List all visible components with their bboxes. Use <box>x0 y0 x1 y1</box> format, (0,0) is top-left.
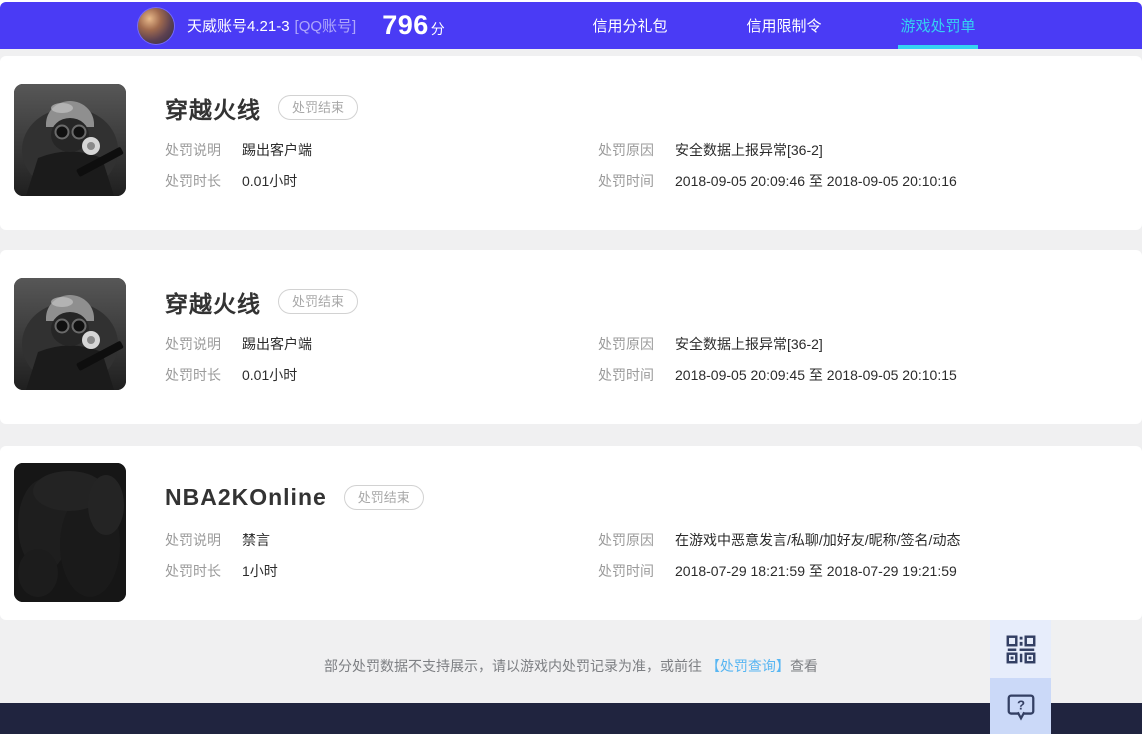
floating-toolbar: ? <box>990 620 1051 734</box>
field-value: 2018-09-05 20:09:45 至 2018-09-05 20:10:1… <box>675 367 957 383</box>
game-thumbnail-crossfire <box>14 84 126 196</box>
penalty-query-link[interactable]: 【处罚查询】 <box>706 658 790 674</box>
credit-score: 796 分 <box>382 10 445 41</box>
field-value: 0.01小时 <box>242 367 298 383</box>
bottom-bar <box>0 703 1142 734</box>
crossfire-soldier-icon <box>14 84 126 196</box>
field-penalty-time: 处罚时间 2018-07-29 18:21:59 至 2018-07-29 19:… <box>598 561 1112 581</box>
field-penalty-desc: 处罚说明 踢出客户端 <box>165 140 598 160</box>
game-penalty-page: 天威账号4.21-3 [QQ账号] 796 分 信用分礼包 信用限制令 游戏处罚… <box>0 0 1142 734</box>
field-penalty-reason: 处罚原因 安全数据上报异常[36-2] <box>598 140 1112 160</box>
game-title: NBA2KOnline <box>165 484 327 510</box>
qr-code-icon <box>1006 635 1035 664</box>
game-thumbnail-crossfire <box>14 278 126 390</box>
field-value: 禁言 <box>242 532 270 548</box>
field-label: 处罚说明 <box>165 142 221 158</box>
field-label: 处罚原因 <box>598 532 654 548</box>
qr-code-button[interactable] <box>990 620 1051 678</box>
status-badge: 处罚结束 <box>278 95 359 120</box>
notice-text-suffix: 查看 <box>789 658 818 674</box>
game-title: 穿越火线 <box>165 290 261 317</box>
crossfire-soldier-icon <box>14 278 126 390</box>
field-value: 踢出客户端 <box>242 142 312 158</box>
account-name: 天威账号4.21-3 <box>187 18 290 35</box>
help-button[interactable]: ? <box>990 678 1051 734</box>
account-info: 天威账号4.21-3 [QQ账号] 796 分 <box>138 7 445 44</box>
field-value: 踢出客户端 <box>242 336 312 352</box>
credit-score-value: 796 <box>382 10 429 40</box>
field-label: 处罚原因 <box>598 336 654 352</box>
field-label: 处罚原因 <box>598 142 654 158</box>
field-penalty-desc: 处罚说明 禁言 <box>165 530 598 550</box>
penalty-list: 穿越火线 处罚结束 处罚说明 踢出客户端 处罚原因 安全数据上报异常[36-2] 处… <box>0 49 1142 703</box>
credit-score-unit: 分 <box>430 21 445 37</box>
game-thumbnail-nba2konline <box>14 463 126 602</box>
field-label: 处罚说明 <box>165 532 221 548</box>
help-bubble-icon: ? <box>1007 694 1034 721</box>
field-value: 2018-07-29 18:21:59 至 2018-07-29 19:21:5… <box>675 563 957 579</box>
top-nav: 信用分礼包 信用限制令 游戏处罚单 <box>514 2 1142 49</box>
nba2konline-dark-art <box>14 463 126 602</box>
field-value: 0.01小时 <box>242 173 298 189</box>
field-label: 处罚时长 <box>165 563 221 579</box>
status-badge: 处罚结束 <box>278 289 359 314</box>
field-label: 处罚说明 <box>165 336 221 352</box>
field-penalty-time: 处罚时间 2018-09-05 20:09:45 至 2018-09-05 20:… <box>598 365 1112 385</box>
field-penalty-duration: 处罚时长 0.01小时 <box>165 365 598 385</box>
tab-credit-gift[interactable]: 信用分礼包 <box>592 2 668 49</box>
footer-notice: 部分处罚数据不支持展示，请以游戏内处罚记录为准，或前往 【处罚查询】查看 <box>0 620 1142 676</box>
notice-text: 部分处罚数据不支持展示，请以游戏内处罚记录为准，或前往 <box>324 658 706 674</box>
field-value: 在游戏中恶意发言/私聊/加好友/昵称/签名/动态 <box>675 532 961 548</box>
field-penalty-time: 处罚时间 2018-09-05 20:09:46 至 2018-09-05 20:… <box>598 171 1112 191</box>
penalty-card: NBA2KOnline 处罚结束 处罚说明 禁言 处罚原因 在游戏中恶意发言/私聊/… <box>0 446 1142 620</box>
field-penalty-reason: 处罚原因 安全数据上报异常[36-2] <box>598 334 1112 354</box>
field-label: 处罚时长 <box>165 173 221 189</box>
field-label: 处罚时间 <box>598 173 654 189</box>
field-penalty-desc: 处罚说明 踢出客户端 <box>165 334 598 354</box>
field-value: 安全数据上报异常[36-2] <box>675 142 823 158</box>
avatar <box>138 7 174 44</box>
tab-game-penalty[interactable]: 游戏处罚单 <box>898 2 978 49</box>
tab-credit-restriction[interactable]: 信用限制令 <box>746 2 822 49</box>
status-badge: 处罚结束 <box>343 485 424 510</box>
game-title: 穿越火线 <box>165 96 261 123</box>
field-penalty-duration: 处罚时长 1小时 <box>165 561 598 581</box>
field-penalty-duration: 处罚时长 0.01小时 <box>165 171 598 191</box>
field-penalty-reason: 处罚原因 在游戏中恶意发言/私聊/加好友/昵称/签名/动态 <box>598 530 1112 550</box>
account-type-tag: [QQ账号] <box>294 18 357 35</box>
field-label: 处罚时间 <box>598 367 654 383</box>
penalty-card: 穿越火线 处罚结束 处罚说明 踢出客户端 处罚原因 安全数据上报异常[36-2] 处… <box>0 250 1142 424</box>
field-label: 处罚时长 <box>165 367 221 383</box>
penalty-card: 穿越火线 处罚结束 处罚说明 踢出客户端 处罚原因 安全数据上报异常[36-2] 处… <box>0 56 1142 230</box>
field-label: 处罚时间 <box>598 563 654 579</box>
svg-text:?: ? <box>1016 697 1024 712</box>
field-value: 1小时 <box>242 563 278 579</box>
field-value: 2018-09-05 20:09:46 至 2018-09-05 20:10:1… <box>675 173 957 189</box>
header: 天威账号4.21-3 [QQ账号] 796 分 信用分礼包 信用限制令 游戏处罚… <box>0 2 1142 49</box>
field-value: 安全数据上报异常[36-2] <box>675 336 823 352</box>
